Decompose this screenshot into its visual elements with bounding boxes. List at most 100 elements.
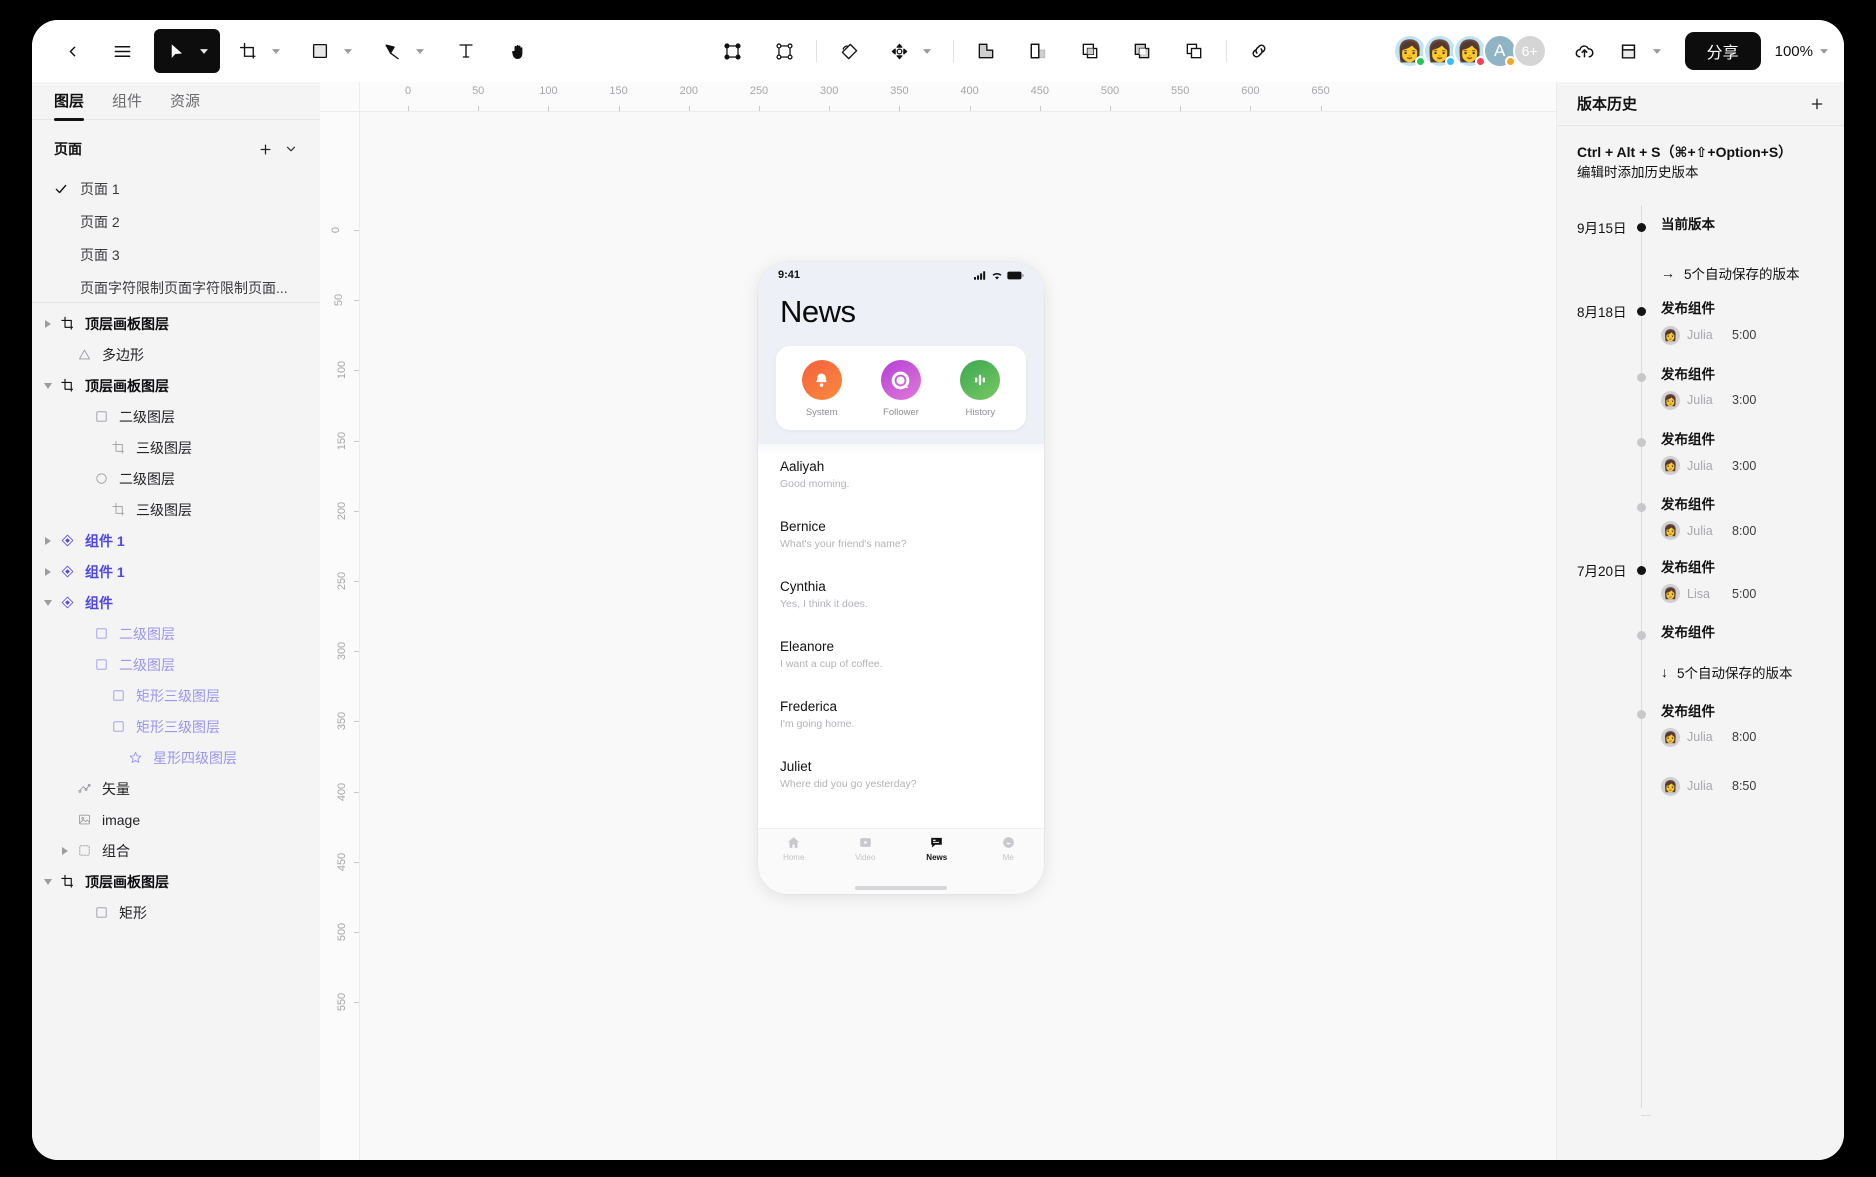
cloud-upload-button[interactable] xyxy=(1563,29,1607,73)
message-item[interactable]: Juliet Where did you go yesterday? xyxy=(780,744,1022,804)
layer-icon-wrap xyxy=(56,564,78,579)
layout-caret[interactable] xyxy=(1651,48,1663,54)
layer-row-13[interactable]: 矩形三级图层 xyxy=(32,711,320,742)
exclude-selection-button[interactable] xyxy=(1120,29,1164,73)
layer-row-19[interactable]: 矩形 xyxy=(32,897,320,928)
collaborator-2[interactable]: 👩 xyxy=(1422,34,1457,68)
frame-tool-caret[interactable] xyxy=(270,48,282,54)
message-item[interactable]: Frederica I'm going home. xyxy=(780,684,1022,744)
layer-twisty-right[interactable] xyxy=(40,567,56,576)
phone-tab-me[interactable]: Me xyxy=(973,835,1045,862)
version-entry[interactable]: 7月20日 发布组件 👩 Lisa 5:00 xyxy=(1577,560,1844,604)
version-entry[interactable]: 发布组件 👩 Julia 8:00 xyxy=(1577,704,1844,747)
canvas-viewport[interactable]: 9:41 News System Follower History Aaliya… xyxy=(360,112,1556,1160)
layer-twisty-down[interactable] xyxy=(40,878,56,885)
resize-to-fit-button[interactable] xyxy=(710,29,754,73)
phone-tab-video[interactable]: Video xyxy=(830,835,902,862)
autosave-group-toggle[interactable]: → 5个自动保存的版本 xyxy=(1577,263,1844,283)
hand-tool[interactable] xyxy=(496,29,540,73)
layer-row-1[interactable]: 多边形 xyxy=(32,339,320,370)
collaborator-4[interactable]: A xyxy=(1482,34,1517,68)
version-entry[interactable]: 8月18日 发布组件 👩 Julia 5:00 xyxy=(1577,301,1844,345)
pen-tool-caret[interactable] xyxy=(414,48,426,54)
panel-tab-0[interactable]: 图层 xyxy=(54,90,85,121)
resize-to-fill-button[interactable] xyxy=(762,29,806,73)
layer-row-16[interactable]: image xyxy=(32,804,320,835)
flip-button[interactable] xyxy=(827,29,871,73)
message-list[interactable]: Aaliyah Good morning. Bernice What's your f… xyxy=(758,444,1044,828)
version-entry[interactable]: 👩 Julia 8:50 xyxy=(1577,776,1844,796)
frame-tool[interactable] xyxy=(226,29,292,73)
layer-row-8[interactable]: 组件 1 xyxy=(32,556,320,587)
layer-twisty-right[interactable] xyxy=(40,319,56,328)
page-item-2[interactable]: 页面 3 xyxy=(32,238,320,271)
autosave-group-toggle[interactable]: ↓ 5个自动保存的版本 xyxy=(1577,662,1844,682)
copy-link-button[interactable] xyxy=(1237,29,1281,73)
add-page-button[interactable] xyxy=(252,136,278,162)
phone-tab-news[interactable]: News xyxy=(901,835,973,862)
collaborator-3[interactable]: 👩 xyxy=(1452,34,1487,68)
pen-tool[interactable] xyxy=(370,29,436,73)
panel-tab-1[interactable]: 组件 xyxy=(112,90,142,120)
layout-view-button[interactable] xyxy=(1607,29,1673,73)
menu-button[interactable] xyxy=(100,29,144,73)
collaborator-more[interactable]: 6+ xyxy=(1512,34,1547,68)
transform-button[interactable] xyxy=(877,29,943,73)
zoom-caret[interactable] xyxy=(1818,48,1830,54)
version-entry[interactable]: 发布组件 👩 Julia 3:00 xyxy=(1577,367,1844,410)
layer-row-5[interactable]: 二级图层 xyxy=(32,463,320,494)
page-item-1[interactable]: 页面 2 xyxy=(32,205,320,238)
collapse-pages-button[interactable] xyxy=(278,136,304,162)
layer-row-10[interactable]: 二级图层 xyxy=(32,618,320,649)
layer-twisty-down[interactable] xyxy=(40,382,56,389)
union-selection-button[interactable] xyxy=(964,29,1008,73)
layer-row-2[interactable]: 顶层画板图层 xyxy=(32,370,320,401)
layer-twisty-down[interactable] xyxy=(40,599,56,606)
shape-tool[interactable] xyxy=(298,29,364,73)
layer-row-9[interactable]: 组件 xyxy=(32,587,320,618)
share-button[interactable]: 分享 xyxy=(1684,32,1761,70)
layer-row-4[interactable]: 三级图层 xyxy=(32,432,320,463)
version-entry[interactable]: 发布组件 xyxy=(1577,625,1844,641)
layer-row-11[interactable]: 二级图层 xyxy=(32,649,320,680)
version-entry[interactable]: 发布组件 👩 Julia 3:00 xyxy=(1577,432,1844,475)
layer-row-3[interactable]: 二级图层 xyxy=(32,401,320,432)
add-version-button[interactable] xyxy=(1804,91,1830,117)
flatten-selection-button[interactable] xyxy=(1172,29,1216,73)
layer-twisty-right[interactable] xyxy=(40,536,56,545)
text-tool[interactable] xyxy=(444,29,488,73)
panel-tab-2[interactable]: 资源 xyxy=(170,90,200,120)
version-entry[interactable]: 发布组件 👩 Julia 8:00 xyxy=(1577,497,1844,541)
layer-row-12[interactable]: 矩形三级图层 xyxy=(32,680,320,711)
layer-twisty-right[interactable] xyxy=(57,846,73,855)
message-item[interactable]: Eleanore I want a cup of coffee. xyxy=(780,624,1022,684)
page-item-0[interactable]: 页面 1 xyxy=(32,172,320,205)
collaborator-1[interactable]: 👩 xyxy=(1392,34,1427,68)
layer-row-6[interactable]: 三级图层 xyxy=(32,494,320,525)
layer-row-18[interactable]: 顶层画板图层 xyxy=(32,866,320,897)
move-tool-caret[interactable] xyxy=(198,48,210,54)
layer-row-14[interactable]: 星形四级图层 xyxy=(32,742,320,773)
shortcut-history[interactable]: History xyxy=(941,360,1020,418)
layer-row-7[interactable]: 组件 1 xyxy=(32,525,320,556)
back-button[interactable] xyxy=(50,29,94,73)
shape-tool-caret[interactable] xyxy=(342,48,354,54)
zoom-level-control[interactable]: 100% xyxy=(1775,43,1830,60)
message-item[interactable]: Bernice What's your friend's name? xyxy=(780,504,1022,564)
message-item[interactable]: Aaliyah Good morning. xyxy=(780,444,1022,504)
version-entry[interactable]: 9月15日 当前版本 xyxy=(1577,217,1844,236)
layer-row-15[interactable]: 矢量 xyxy=(32,773,320,804)
phone-artboard[interactable]: 9:41 News System Follower History Aaliya… xyxy=(758,262,1044,894)
layer-row-17[interactable]: 组合 xyxy=(32,835,320,866)
phone-tab-home[interactable]: Home xyxy=(758,835,830,862)
intersect-selection-button[interactable] xyxy=(1068,29,1112,73)
move-tool[interactable] xyxy=(154,29,220,73)
canvas-area[interactable]: 0 50 100 150 200 250 300 350 400 450 500 550 600 650 … xyxy=(320,82,1556,1160)
transform-caret[interactable] xyxy=(921,48,933,54)
shortcut-follower[interactable]: Follower xyxy=(861,360,940,418)
page-item-3[interactable]: 页面字符限制页面字符限制页面... xyxy=(32,271,320,300)
message-item[interactable]: Cynthia Yes, I think it does. xyxy=(780,564,1022,624)
shortcut-system[interactable]: System xyxy=(782,360,861,418)
subtract-selection-button[interactable] xyxy=(1016,29,1060,73)
layer-row-0[interactable]: 顶层画板图层 xyxy=(32,308,320,339)
